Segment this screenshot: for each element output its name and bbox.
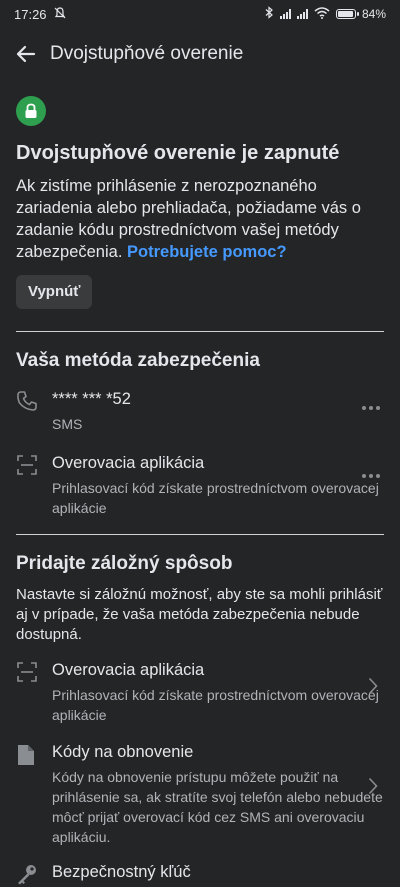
backup-intro: Nastavte si záložnú možnosť, aby ste sa … [16,586,383,643]
bluetooth-icon [265,6,274,22]
battery-percent: 84% [361,7,386,21]
qr-scan-icon [17,662,37,682]
more-options-icon[interactable] [362,406,380,410]
signal-icon-2 [296,9,308,19]
method-subtitle: Prihlasovací kód získate prostredníctvom… [52,687,379,723]
two-factor-status-title: Dvojstupňové overenie je zapnuté [16,142,340,164]
chevron-right-icon [368,677,378,695]
document-icon [18,745,34,765]
two-factor-description: Ak zistíme prihlásenie z nerozpoznaného … [16,175,384,263]
method-subtitle: SMS [52,416,83,432]
key-icon [18,865,36,885]
wifi-icon [314,6,330,22]
backup-recovery-codes-row[interactable]: Kódy na obnovenie Kódy na obnovenie prís… [16,741,384,847]
status-time: 17:26 [14,6,47,22]
method-sms-row[interactable]: **** *** *52 SMS [16,388,384,434]
method-subtitle: Prihlasovací kód získate prostredníctvom… [52,480,379,516]
main-content: Dvojstupňové overenie je zapnuté Ak zist… [16,96,384,887]
divider [16,534,384,535]
qr-scan-icon [17,455,37,475]
method-title: Kódy na obnovenie [52,743,194,761]
back-button[interactable] [2,32,50,76]
signal-icon [279,9,291,19]
method-subtitle: Kódy na obnovenie prístupu môžete použiť… [52,769,383,845]
method-authenticator-row[interactable]: Overovacia aplikácia Prihlasovací kód zí… [16,452,384,518]
arrow-left-icon [16,45,36,63]
backup-security-key-row[interactable]: Bezpečnostný kľúč [16,861,384,887]
method-title: **** *** *52 [52,390,131,408]
lock-badge [16,96,46,126]
phone-icon [17,391,37,411]
battery-icon [335,9,359,19]
lock-icon [25,103,37,118]
turn-off-button[interactable]: Vypnúť [16,275,93,309]
backup-authenticator-row[interactable]: Overovacia aplikácia Prihlasovací kód zí… [16,659,384,725]
method-title: Bezpečnostný kľúč [52,863,191,881]
page-title: Dvojstupňové overenie [50,43,244,64]
app-header: Dvojstupňové overenie [0,32,400,76]
backup-method-title: Pridajte záložný spôsob [16,553,233,574]
help-link[interactable]: Potrebujete pomoc? [127,243,287,261]
chevron-right-icon [368,777,378,795]
method-title: Overovacia aplikácia [52,454,205,472]
more-options-icon[interactable] [362,474,380,478]
method-title: Overovacia aplikácia [52,661,205,679]
status-bar: 17:26 84% [0,0,400,28]
mute-bell-icon [53,6,67,23]
security-method-title: Vaša metóda zabezpečenia [16,350,260,371]
divider [16,331,384,332]
